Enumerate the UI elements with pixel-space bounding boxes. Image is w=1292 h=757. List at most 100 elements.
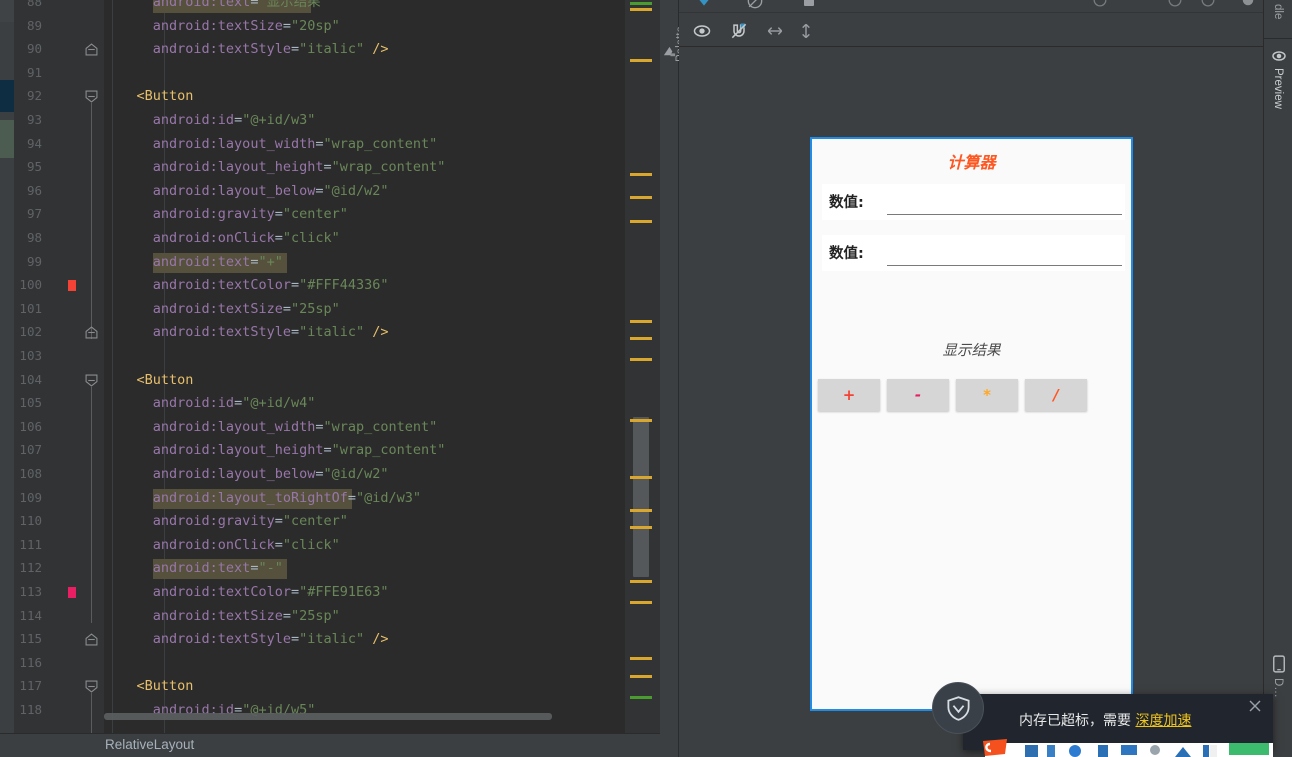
- code-analysis-marker[interactable]: [630, 220, 652, 223]
- zoom-in-icon[interactable]: [1198, 0, 1218, 10]
- code-line[interactable]: android:id="@+id/w3": [104, 109, 625, 133]
- gutter-line[interactable]: 114: [14, 605, 76, 629]
- code-analysis-marker[interactable]: [630, 675, 652, 678]
- editor-gutter[interactable]: 88 89 90 91 92 93 94 95 96 97 98 99 100 101 102 103 104 1…: [14, 0, 79, 733]
- gutter-line[interactable]: 108: [14, 463, 76, 487]
- phone-preview[interactable]: 计算器 数值: 数值: 显示结果 + - * /: [810, 137, 1133, 711]
- vertical-scrollbar-thumb[interactable]: [633, 417, 649, 577]
- operator-button-1[interactable]: -: [887, 379, 949, 411]
- minimap-block[interactable]: [0, 80, 14, 112]
- code-line[interactable]: android:textColor="#FFF44336": [104, 274, 625, 298]
- app-icon-2[interactable]: [1047, 745, 1055, 757]
- fold-marker[interactable]: [76, 369, 104, 393]
- code-analysis-marker[interactable]: [630, 526, 652, 529]
- code-line[interactable]: android:layout_below="@id/w2": [104, 180, 625, 204]
- code-analysis-marker[interactable]: [630, 696, 652, 699]
- gutter-line[interactable]: 104: [14, 369, 76, 393]
- blueprint-icon[interactable]: [745, 0, 765, 11]
- code-analysis-marker[interactable]: [630, 509, 652, 512]
- gutter-line[interactable]: 109: [14, 487, 76, 511]
- settings-icon[interactable]: [1239, 0, 1257, 9]
- code-analysis-marker[interactable]: [630, 173, 652, 176]
- app-icon-8[interactable]: [1203, 745, 1217, 757]
- code-line[interactable]: android:layout_width="wrap_content": [104, 133, 625, 157]
- code-line[interactable]: android:text="+": [104, 251, 625, 275]
- gutter-line[interactable]: 99: [14, 251, 76, 275]
- horizontal-resize-icon[interactable]: [765, 21, 785, 41]
- taskbar-strip[interactable]: [983, 739, 1273, 757]
- gutter-line[interactable]: 88: [14, 0, 76, 15]
- fold-marker[interactable]: [76, 675, 104, 699]
- gutter-line[interactable]: 117: [14, 675, 76, 699]
- code-analysis-marker[interactable]: [630, 580, 652, 583]
- code-line[interactable]: android:textStyle="italic" />: [104, 321, 625, 345]
- fold-marker[interactable]: [76, 85, 104, 109]
- gutter-line[interactable]: 103: [14, 345, 76, 369]
- gutter-line[interactable]: 95: [14, 156, 76, 180]
- gutter-line[interactable]: 111: [14, 534, 76, 558]
- rotate-icon[interactable]: [1090, 0, 1110, 10]
- minimap-block[interactable]: [0, 120, 14, 158]
- code-line[interactable]: android:layout_height="wrap_content": [104, 156, 625, 180]
- gutter-line[interactable]: 97: [14, 203, 76, 227]
- code-line[interactable]: android:gravity="center": [104, 510, 625, 534]
- code-line[interactable]: android:layout_width="wrap_content": [104, 416, 625, 440]
- code-analysis-marker[interactable]: [630, 8, 652, 11]
- code-line[interactable]: android:layout_toRightOf="@id/w3": [104, 487, 625, 511]
- code-analysis-marker[interactable]: [630, 476, 652, 479]
- fold-end-icon[interactable]: [85, 43, 98, 56]
- gutter-line[interactable]: 116: [14, 652, 76, 676]
- gutter-line[interactable]: 96: [14, 180, 76, 204]
- input-row-2[interactable]: 数值:: [822, 235, 1125, 271]
- fold-collapse-icon[interactable]: [85, 90, 98, 104]
- app-icon-1[interactable]: [1025, 745, 1038, 757]
- code-line[interactable]: android:textSize="20sp": [104, 15, 625, 39]
- gutter-line[interactable]: 113: [14, 581, 79, 605]
- gutter-line[interactable]: 112: [14, 557, 76, 581]
- input-row-1[interactable]: 数值:: [822, 184, 1125, 220]
- code-text-area[interactable]: android:text="显示结果" android:textSize="20…: [104, 0, 625, 733]
- app-icon-5[interactable]: [1121, 745, 1137, 755]
- design-canvas[interactable]: 计算器 数值: 数值: 显示结果 + - * /: [679, 48, 1263, 757]
- code-line[interactable]: android:layout_height="wrap_content": [104, 439, 625, 463]
- gutter-line[interactable]: 90: [14, 38, 76, 62]
- code-analysis-marker[interactable]: [630, 358, 652, 361]
- vertical-resize-icon[interactable]: [796, 21, 816, 41]
- breadcrumb[interactable]: RelativeLayout: [0, 733, 660, 757]
- code-line[interactable]: android:textSize="25sp": [104, 298, 625, 322]
- device-tab-label[interactable]: D…: [1272, 678, 1284, 698]
- code-analysis-marker[interactable]: [630, 320, 652, 323]
- code-line[interactable]: android:textStyle="italic" />: [104, 38, 625, 62]
- gradle-tab-label[interactable]: dle: [1272, 4, 1284, 19]
- gutter-line[interactable]: 93: [14, 109, 76, 133]
- gutter-line[interactable]: 115: [14, 628, 76, 652]
- preview-tab-label[interactable]: Preview: [1272, 68, 1284, 109]
- gutter-line[interactable]: 91: [14, 62, 76, 86]
- code-line[interactable]: <Button: [104, 85, 625, 109]
- palette-tool-tab[interactable]: Palette: [660, 0, 687, 757]
- fold-marker[interactable]: [76, 628, 104, 652]
- zoom-out-icon[interactable]: [1165, 0, 1185, 10]
- code-line[interactable]: android:textSize="25sp": [104, 605, 625, 629]
- app-icon-4[interactable]: [1098, 745, 1108, 757]
- gutter-line[interactable]: 105: [14, 392, 76, 416]
- gutter-line[interactable]: 100: [14, 274, 79, 298]
- app-icon-3[interactable]: [1068, 745, 1082, 757]
- gutter-line[interactable]: 118: [14, 699, 76, 723]
- operator-button-0[interactable]: +: [818, 379, 880, 411]
- input-underline-2[interactable]: [887, 265, 1122, 266]
- gutter-line[interactable]: 102: [14, 321, 76, 345]
- fold-collapse-icon[interactable]: [85, 680, 98, 694]
- app-icon-6[interactable]: [1150, 745, 1160, 755]
- design-mode-icon[interactable]: [693, 0, 715, 13]
- code-line[interactable]: android:text="显示结果": [104, 0, 625, 15]
- gutter-line[interactable]: 101: [14, 298, 76, 322]
- gutter-line[interactable]: 106: [14, 416, 76, 440]
- code-line[interactable]: android:gravity="center": [104, 203, 625, 227]
- code-line[interactable]: android:text="-": [104, 557, 625, 581]
- code-analysis-marker[interactable]: [630, 2, 652, 5]
- code-analysis-marker[interactable]: [630, 59, 652, 62]
- editor-marker-scrollbar[interactable]: [625, 0, 660, 733]
- code-line[interactable]: [104, 652, 625, 676]
- fold-end-icon[interactable]: [85, 326, 98, 339]
